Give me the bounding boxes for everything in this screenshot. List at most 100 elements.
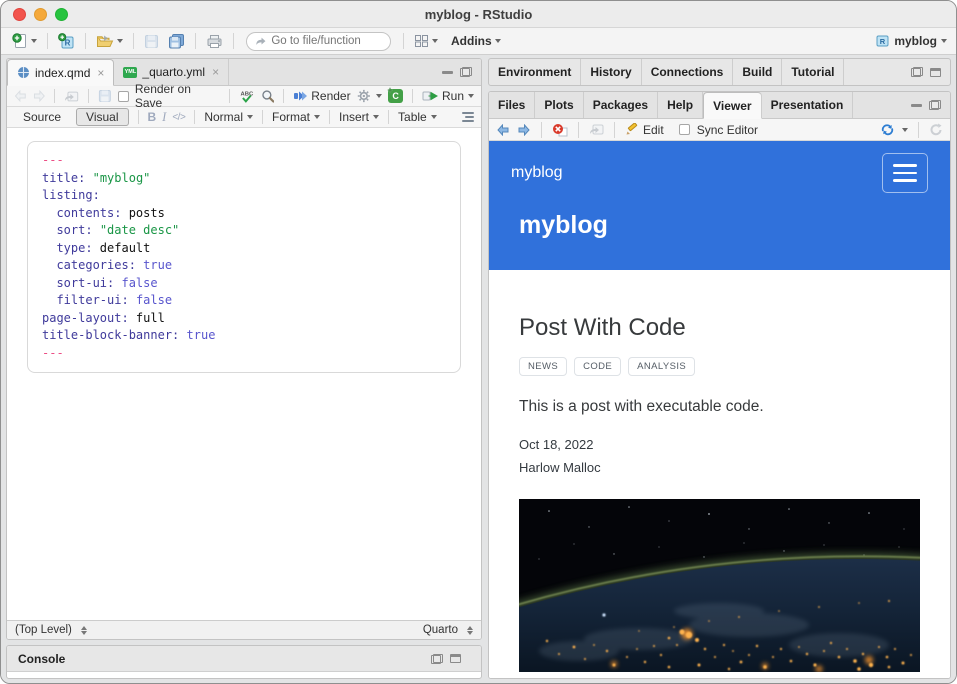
print-icon (206, 34, 223, 49)
workspace: index.qmd × YML _quarto.yml × (1, 56, 956, 683)
close-icon[interactable]: × (97, 66, 104, 80)
italic-button[interactable]: I (162, 110, 166, 125)
insert-menu-label: Insert (339, 110, 369, 124)
open-file-button[interactable] (94, 33, 125, 50)
minimize-pane-icon[interactable] (911, 104, 922, 107)
close-window-button[interactable] (13, 8, 26, 21)
file-mode-selector[interactable]: Quarto (423, 624, 473, 636)
tab-build[interactable]: Build (733, 59, 782, 85)
project-selector[interactable]: R myblog (875, 34, 947, 48)
stop-icon[interactable] (552, 123, 568, 137)
post-description: This is a post with executable code. (519, 398, 920, 416)
forward-icon[interactable] (517, 124, 531, 136)
console-pane: Console (6, 645, 482, 679)
open-in-new-window-icon[interactable] (589, 123, 604, 136)
sync-editor-checkbox[interactable] (679, 124, 690, 135)
render-on-save-checkbox[interactable] (118, 91, 129, 102)
badge-code[interactable]: CODE (574, 357, 621, 376)
visual-mode-button[interactable]: Visual (76, 108, 128, 126)
toolbar-separator (47, 33, 48, 49)
maximize-pane-icon[interactable] (930, 68, 941, 77)
render-button[interactable]: Render (293, 89, 350, 103)
chevron-down-icon (31, 39, 37, 43)
tab-index-qmd[interactable]: index.qmd × (7, 59, 114, 86)
hamburger-menu-button[interactable] (882, 153, 928, 193)
chevron-down-icon (941, 39, 947, 43)
restore-panes-icon[interactable] (929, 100, 941, 110)
maximize-pane-icon[interactable] (450, 654, 461, 663)
search-icon[interactable] (261, 89, 275, 103)
open-in-new-window-icon[interactable] (64, 90, 79, 103)
viewer-pane: Files Plots Packages Help Viewer Present… (488, 91, 951, 679)
new-file-button[interactable] (10, 32, 39, 50)
tab-viewer[interactable]: Viewer (703, 92, 761, 119)
tab-tutorial[interactable]: Tutorial (782, 59, 844, 85)
pane-window-buttons (902, 59, 950, 85)
editor-body[interactable]: ---title: "myblog"listing: contents: pos… (7, 128, 481, 620)
badge-analysis[interactable]: ANALYSIS (628, 357, 695, 376)
paragraph-style-dropdown[interactable]: Normal (204, 110, 253, 124)
print-button[interactable] (204, 33, 225, 50)
refresh-icon[interactable] (929, 123, 943, 136)
quarto-file-icon (17, 66, 30, 79)
tab-plots[interactable]: Plots (535, 92, 583, 118)
code-format-button[interactable]: </> (172, 112, 185, 123)
blog-brand-link[interactable]: myblog (511, 164, 563, 182)
new-project-button[interactable]: R (56, 32, 77, 50)
chevron-down-icon[interactable] (902, 128, 908, 132)
restore-panes-icon[interactable] (431, 654, 443, 664)
minimize-window-button[interactable] (34, 8, 47, 21)
format-menu[interactable]: Format (272, 110, 320, 124)
yaml-block[interactable]: ---title: "myblog"listing: contents: pos… (27, 141, 461, 373)
post-author: Harlow Malloc (519, 460, 920, 475)
scope-selector[interactable]: (Top Level) (15, 624, 87, 636)
addins-button[interactable]: Addins (449, 33, 503, 49)
project-name: myblog (894, 34, 937, 48)
new-file-icon (12, 33, 28, 49)
tab-history[interactable]: History (581, 59, 641, 85)
console-header[interactable]: Console (7, 646, 481, 672)
edit-button[interactable]: Edit (625, 123, 664, 137)
tab-connections[interactable]: Connections (642, 59, 734, 85)
zoom-window-button[interactable] (55, 8, 68, 21)
save-all-icon (168, 33, 185, 49)
tab-help[interactable]: Help (658, 92, 703, 118)
gear-icon[interactable] (357, 89, 371, 103)
save-all-button[interactable] (166, 32, 187, 50)
goto-file-input[interactable] (271, 35, 382, 47)
restore-panes-icon[interactable] (460, 67, 472, 77)
forward-icon[interactable] (33, 90, 46, 102)
tab-quarto-yml[interactable]: YML _quarto.yml × (114, 59, 229, 85)
tab-files[interactable]: Files (489, 92, 535, 118)
post-title-link[interactable]: Post With Code (519, 314, 920, 342)
post-date: Oct 18, 2022 (519, 437, 920, 452)
tab-packages[interactable]: Packages (584, 92, 658, 118)
badge-news[interactable]: NEWS (519, 357, 567, 376)
earth-night-image[interactable] (519, 499, 920, 672)
source-mode-button[interactable]: Source (14, 109, 70, 125)
open-folder-icon (96, 34, 114, 49)
spellcheck-icon[interactable]: ABC (239, 89, 255, 104)
pane-layout-button[interactable] (412, 33, 440, 49)
bold-button[interactable]: B (148, 110, 157, 124)
sync-icon[interactable] (880, 123, 895, 136)
restore-panes-icon[interactable] (911, 67, 923, 77)
chevron-down-icon (495, 39, 501, 43)
chevron-down-icon[interactable] (376, 94, 382, 98)
save-icon[interactable] (98, 89, 112, 103)
close-icon[interactable]: × (212, 65, 219, 79)
tab-environment[interactable]: Environment (489, 59, 581, 85)
tab-presentation[interactable]: Presentation (762, 92, 854, 118)
table-menu[interactable]: Table (398, 110, 437, 124)
minimize-pane-icon[interactable] (442, 71, 453, 74)
outline-toggle-icon[interactable] (462, 112, 474, 122)
insert-chunk-icon[interactable]: C (388, 89, 403, 103)
run-button[interactable]: Run (422, 89, 474, 103)
save-button[interactable] (142, 33, 161, 50)
goto-file-search[interactable] (246, 32, 391, 51)
toolbar-separator (388, 110, 389, 124)
back-icon[interactable] (14, 90, 27, 102)
back-icon[interactable] (496, 124, 510, 136)
pane-window-buttons (902, 92, 950, 118)
insert-menu[interactable]: Insert (339, 110, 379, 124)
